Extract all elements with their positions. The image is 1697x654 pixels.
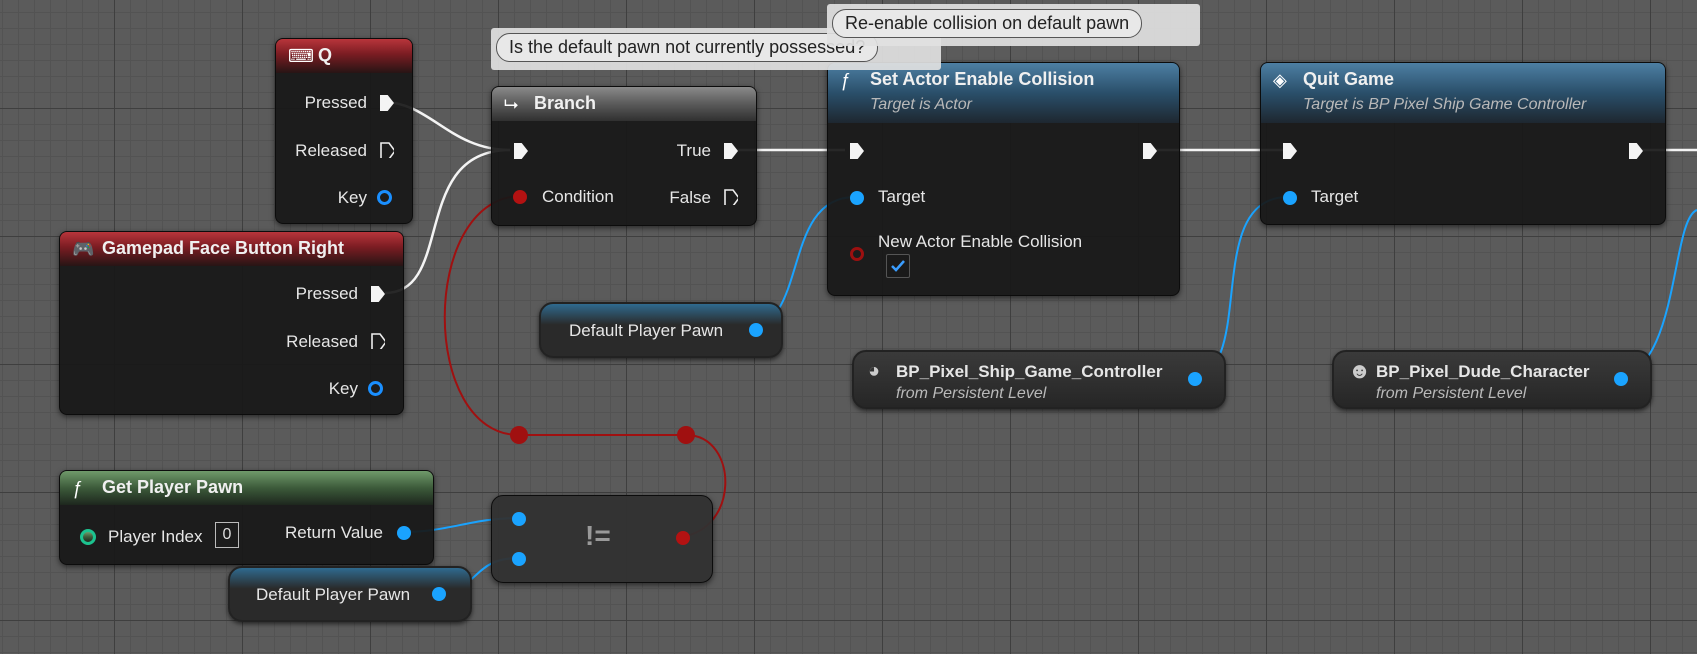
pin-label-pressed: Pressed xyxy=(304,93,367,112)
quit-game-node-title: Quit Game xyxy=(1303,69,1395,89)
gamepad-icon: 🎮 xyxy=(72,239,95,259)
checkmark-icon xyxy=(891,260,905,272)
function-icon: ƒ xyxy=(840,70,851,90)
enable-collision-checkbox[interactable] xyxy=(886,254,910,278)
q-key-event-node[interactable]: ⌨ Q Pressed Released Key xyxy=(275,38,413,224)
pin-label-player-index: Player Index xyxy=(108,527,203,546)
condition-pin[interactable] xyxy=(513,190,527,204)
pin-label-new-actor-enable-collision: New Actor Enable Collision xyxy=(878,232,1083,251)
exec-pin-in[interactable] xyxy=(1283,143,1297,159)
variable-label: Default Player Pawn xyxy=(256,585,411,604)
exec-pin-in[interactable] xyxy=(850,143,864,159)
reference-label: BP_Pixel_Ship_Game_Controller xyxy=(896,362,1163,381)
set-collision-node-title: Set Actor Enable Collision xyxy=(870,69,1095,89)
pin-label-pressed: Pressed xyxy=(295,284,358,303)
default-player-pawn-variable-2[interactable]: Default Player Pawn xyxy=(228,566,472,622)
not-equal-symbol: != xyxy=(585,520,611,551)
exec-pin-released[interactable] xyxy=(380,142,394,158)
reroute-node-1 xyxy=(510,426,528,444)
pin-label-released: Released xyxy=(295,141,367,160)
exec-pin-pressed[interactable] xyxy=(371,286,385,302)
player-index-input[interactable]: 0 xyxy=(215,522,239,548)
not-equal-input-b-pin[interactable] xyxy=(512,552,526,566)
branch-node[interactable]: ⮡ Branch True Condition False xyxy=(491,86,757,226)
dude-character-reference[interactable]: ☻ BP_Pixel_Dude_Character from Persisten… xyxy=(1332,350,1652,409)
character-icon: ☻ xyxy=(1348,358,1372,383)
reference-source: from Persistent Level xyxy=(1376,385,1527,402)
function-icon: ƒ xyxy=(72,478,83,498)
exec-pin-pressed[interactable] xyxy=(380,95,394,111)
not-equal-node[interactable]: != xyxy=(491,495,713,583)
pin-label-released: Released xyxy=(286,332,358,351)
keyboard-icon: ⌨ xyxy=(288,46,314,66)
quit-game-node-header[interactable]: ◈ Quit Game Target is BP Pixel Ship Game… xyxy=(1261,63,1665,123)
get-player-pawn-node-title: Get Player Pawn xyxy=(102,477,244,497)
set-collision-node-subtitle: Target is Actor xyxy=(870,96,972,113)
not-equal-input-a-pin[interactable] xyxy=(512,512,526,526)
pin-label-key: Key xyxy=(328,379,358,398)
collision-comment[interactable]: Re-enable collision on default pawn xyxy=(827,4,1200,46)
quit-game-node-subtitle: Target is BP Pixel Ship Game Controller xyxy=(1303,96,1587,113)
exec-pin-out[interactable] xyxy=(1143,143,1157,159)
bool-wire-condition xyxy=(443,195,727,538)
pin-label-false: False xyxy=(669,188,711,207)
pin-label-target: Target xyxy=(878,187,926,206)
variable-label: Default Player Pawn xyxy=(569,321,724,340)
gamepad-event-node[interactable]: 🎮 Gamepad Face Button Right Pressed Rele… xyxy=(59,231,404,415)
q-node-title: Q xyxy=(318,45,333,65)
quit-game-icon: ◈ xyxy=(1273,70,1287,90)
target-pin[interactable] xyxy=(850,191,864,205)
pin-label-key: Key xyxy=(337,188,367,207)
gamepad-node-title: Gamepad Face Button Right xyxy=(102,238,345,258)
pin-label-condition: Condition xyxy=(542,187,614,206)
branch-comment-text: Is the default pawn not currently posses… xyxy=(496,33,879,62)
branch-icon: ⮡ xyxy=(504,94,519,114)
quit-game-node[interactable]: ◈ Quit Game Target is BP Pixel Ship Game… xyxy=(1260,62,1666,225)
get-player-pawn-node-header[interactable]: ƒ Get Player Pawn xyxy=(60,471,433,505)
variable-output-pin[interactable] xyxy=(432,587,446,601)
reference-source: from Persistent Level xyxy=(896,385,1047,402)
exec-pin-true[interactable] xyxy=(724,143,738,159)
player-index-pin[interactable] xyxy=(80,529,96,545)
actor-icon: ◕ xyxy=(868,360,881,382)
branch-node-header[interactable]: ⮡ Branch xyxy=(492,87,756,121)
enable-collision-pin[interactable] xyxy=(850,247,864,261)
reference-output-pin[interactable] xyxy=(1188,372,1202,386)
pin-label-true: True xyxy=(676,141,711,160)
pin-label-return-value: Return Value xyxy=(285,523,383,542)
collision-comment-text: Re-enable collision on default pawn xyxy=(832,9,1143,38)
reference-output-pin[interactable] xyxy=(1614,372,1628,386)
gamepad-node-header[interactable]: 🎮 Gamepad Face Button Right xyxy=(60,232,403,266)
not-equal-output-pin[interactable] xyxy=(676,531,690,545)
exec-pin-false[interactable] xyxy=(724,189,738,205)
branch-node-title: Branch xyxy=(534,93,597,113)
pin-label-target: Target xyxy=(1311,187,1359,206)
key-pin[interactable] xyxy=(377,190,392,205)
set-collision-node-header[interactable]: ƒ Set Actor Enable Collision Target is A… xyxy=(828,63,1179,123)
reroute-node-2 xyxy=(677,426,695,444)
ship-game-controller-reference[interactable]: ◕ BP_Pixel_Ship_Game_Controller from Per… xyxy=(852,350,1226,409)
default-player-pawn-variable[interactable]: Default Player Pawn xyxy=(539,302,783,358)
get-player-pawn-node[interactable]: ƒ Get Player Pawn Player Index 0 Return … xyxy=(59,470,434,565)
target-pin[interactable] xyxy=(1283,191,1297,205)
set-actor-enable-collision-node[interactable]: ƒ Set Actor Enable Collision Target is A… xyxy=(827,62,1180,296)
exec-pin-in[interactable] xyxy=(514,143,528,159)
exec-pin-out[interactable] xyxy=(1629,143,1643,159)
reference-label: BP_Pixel_Dude_Character xyxy=(1376,362,1590,381)
return-value-pin[interactable] xyxy=(397,526,411,540)
variable-output-pin[interactable] xyxy=(749,323,763,337)
key-pin[interactable] xyxy=(368,381,383,396)
q-node-header[interactable]: ⌨ Q xyxy=(276,39,412,73)
exec-pin-released[interactable] xyxy=(371,333,385,349)
